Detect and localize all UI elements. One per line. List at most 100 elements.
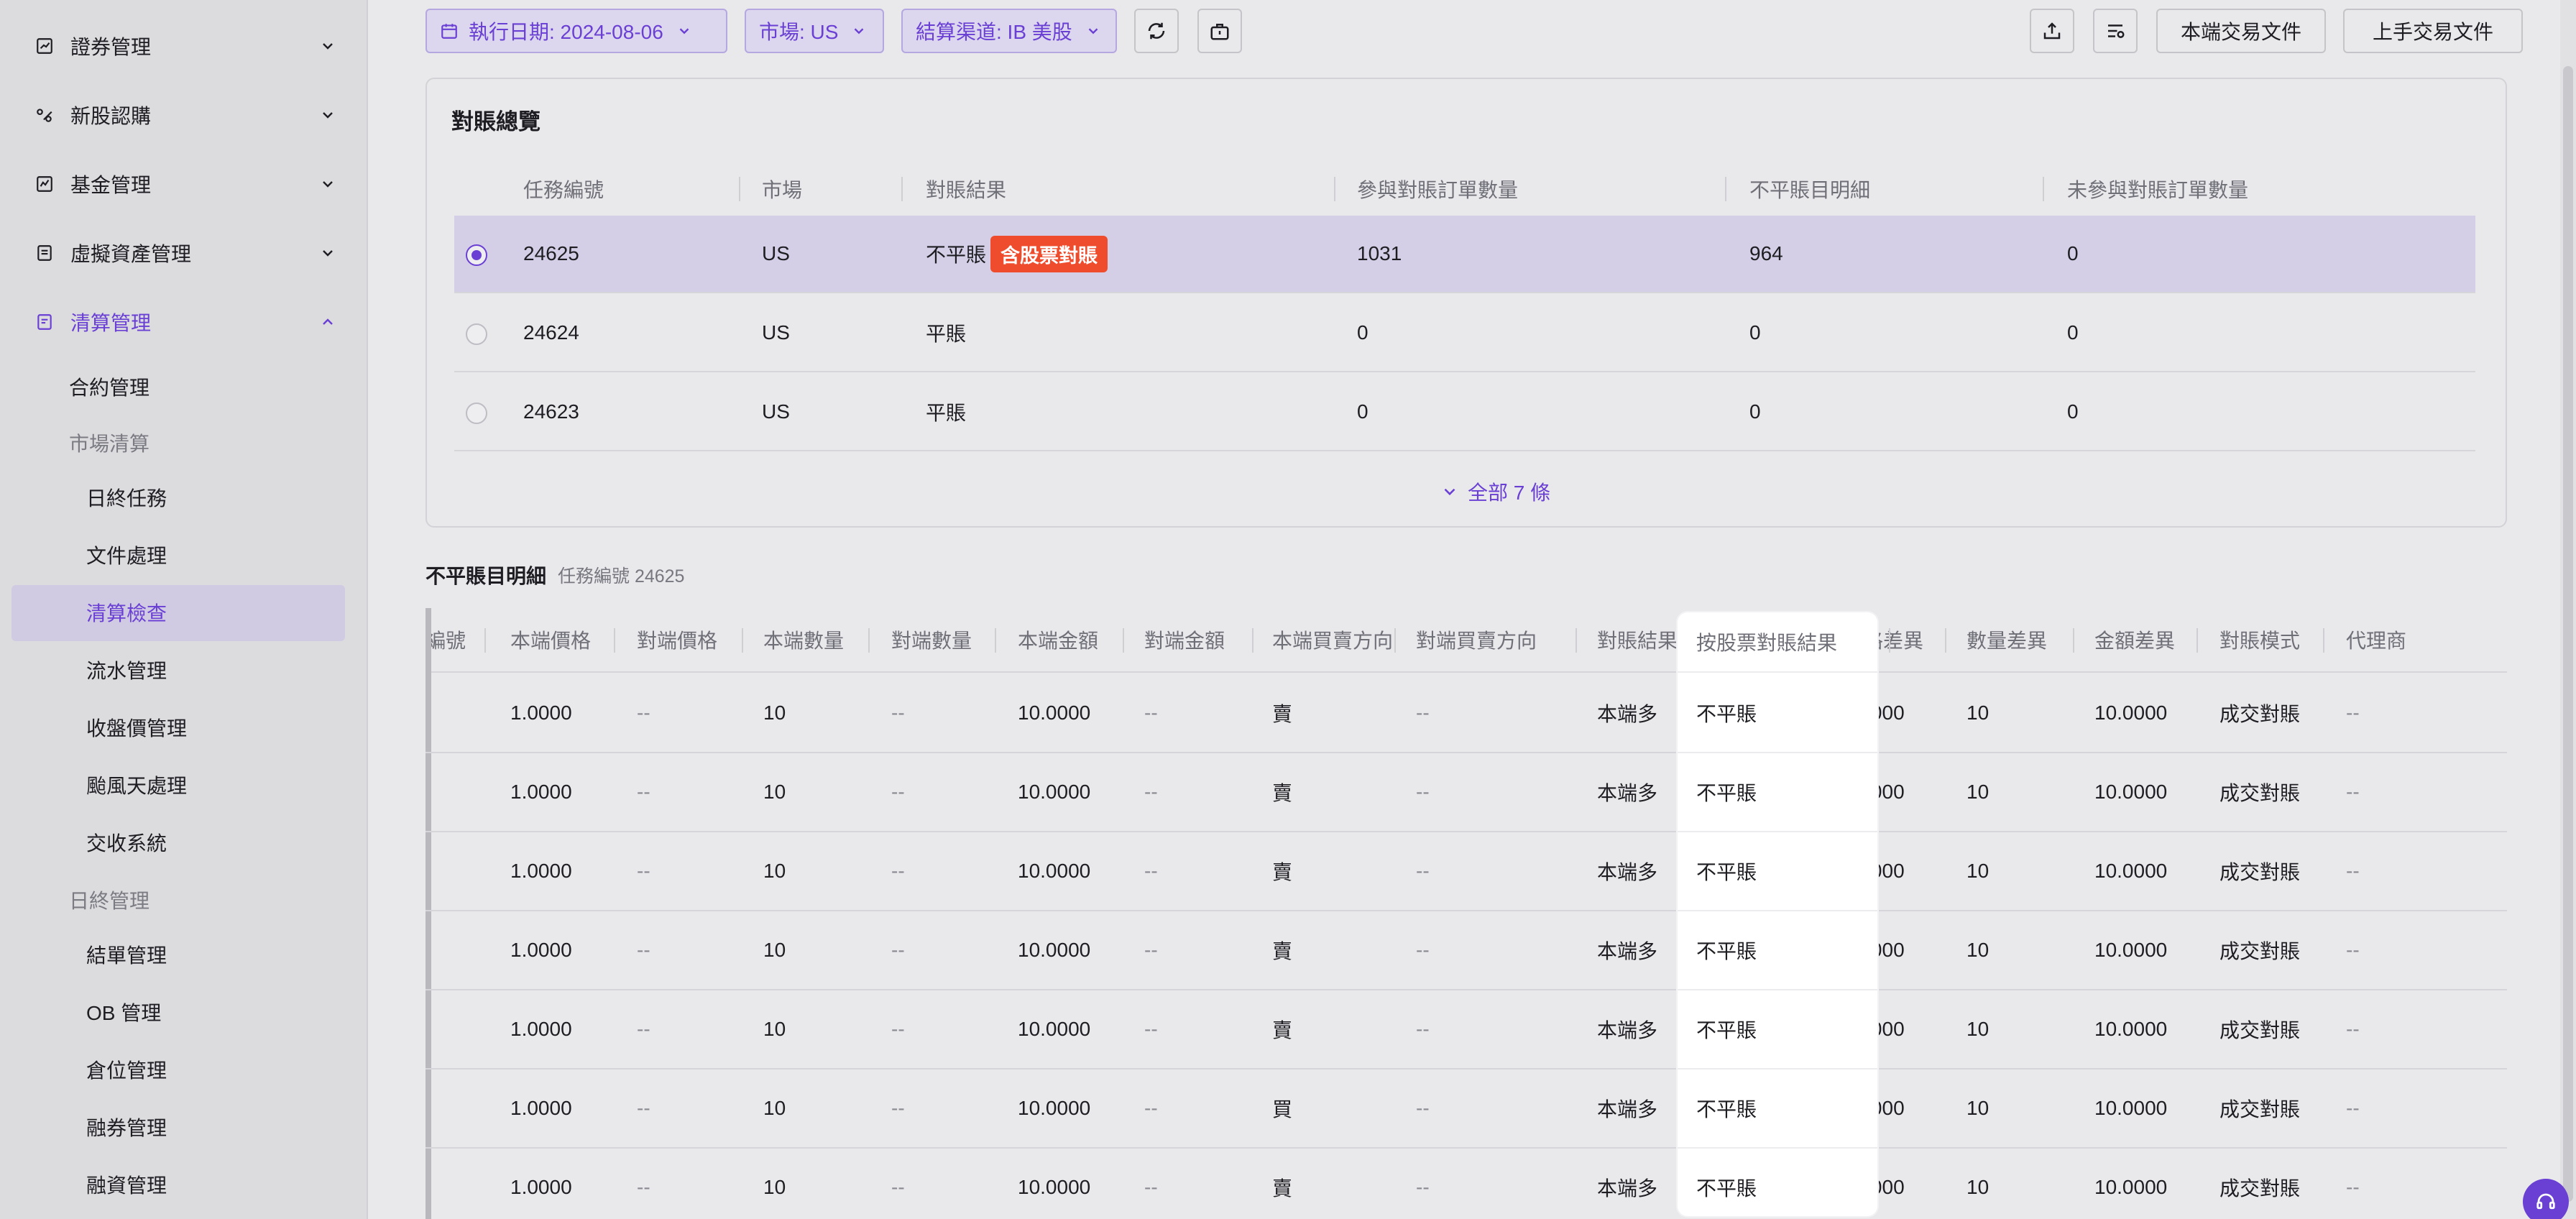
upstream-trade-file-button[interactable]: 上手交易文件: [2343, 9, 2523, 53]
stock-result-cell: 不平賬: [1678, 1070, 1877, 1149]
market: US: [762, 321, 790, 344]
table-row[interactable]: 1.0000--10--10.0000--買--本端多1.00001010.00…: [426, 1070, 2507, 1149]
sidebar-item-eod-tasks[interactable]: 日終任務: [86, 476, 167, 519]
column-settings-button[interactable]: [2093, 9, 2138, 53]
amount-diff-cell: 10.0000: [2094, 939, 2168, 961]
column-separator[interactable]: [1394, 628, 1396, 653]
result-cell: 本端多: [1597, 782, 1658, 804]
sidebar-item-file-processing[interactable]: 文件處理: [86, 533, 167, 576]
table-row[interactable]: 1.0000--10--10.0000--賣--本端多1.00001010.00…: [426, 753, 2507, 832]
overview-row[interactable]: 24623 US 平賬 0 0 0: [454, 374, 2475, 451]
sidebar-item-typhoon[interactable]: 颱風天處理: [86, 763, 187, 806]
order-count: 0: [1357, 321, 1368, 344]
table-row[interactable]: 1.0000--10--10.0000--賣--本端多1.00001010.00…: [426, 674, 2507, 753]
col-market: 市場: [762, 179, 803, 201]
col-stock-result-header: 按股票對賬結果: [1678, 612, 1877, 673]
col-order-count: 參與對賬訂單數量: [1357, 179, 1519, 201]
column-separator[interactable]: [868, 628, 870, 653]
sidebar-item-settlement-system[interactable]: 交收系統: [86, 821, 167, 864]
chevron-down-icon: [676, 23, 692, 39]
sidebar-item-securities-lending[interactable]: 融券管理: [86, 1105, 167, 1149]
sidebar-item-closing-price[interactable]: 收盤價管理: [86, 706, 187, 749]
col-agent: 代理商: [2346, 630, 2407, 652]
counter-amount-cell: --: [1144, 860, 1158, 882]
refresh-icon: [1148, 22, 1165, 40]
chevron-down-icon: [851, 23, 867, 39]
local-trade-file-button[interactable]: 本端交易文件: [2156, 9, 2326, 53]
counter-side-cell: --: [1416, 702, 1430, 724]
date-filter[interactable]: 執行日期: 2024-08-06: [426, 9, 727, 53]
sidebar-item-ob[interactable]: OB 管理: [86, 990, 161, 1034]
show-all-link[interactable]: 全部 7 條: [1440, 477, 1550, 506]
channel-filter[interactable]: 結算渠道: IB 美股: [901, 9, 1117, 53]
sidebar-item-contracts[interactable]: 合約管理: [69, 365, 150, 408]
counter-price-cell: --: [637, 781, 650, 803]
local-amount-cell: 10.0000: [1018, 939, 1091, 961]
column-separator[interactable]: [2196, 628, 2198, 653]
local-side-cell: 買: [1272, 1098, 1293, 1121]
counter-price-cell: --: [637, 1018, 650, 1040]
table-row[interactable]: 1.0000--10--10.0000--賣--本端多1.00001010.00…: [426, 1149, 2507, 1219]
sidebar-group-fund[interactable]: 基金管理: [34, 161, 336, 207]
sidebar-item-statements[interactable]: 結單管理: [86, 933, 167, 976]
sidebar-group-clearing[interactable]: 清算管理: [34, 299, 336, 345]
counter-price-cell: --: [637, 1097, 650, 1119]
column-separator[interactable]: [2323, 628, 2324, 653]
market-filter[interactable]: 市場: US: [745, 9, 884, 53]
sidebar-section-eod-management: 日終管理: [69, 890, 150, 912]
row-radio[interactable]: [466, 402, 487, 424]
row-radio[interactable]: [466, 323, 487, 345]
page-scrollbar[interactable]: [2560, 0, 2576, 1219]
toolbox-button[interactable]: [1197, 9, 1242, 53]
column-separator[interactable]: [484, 628, 486, 653]
sidebar-item-clearing-check[interactable]: 清算檢查: [86, 591, 167, 634]
qty-diff-cell: 10: [1966, 1097, 1990, 1119]
counter-amount-cell: --: [1144, 702, 1158, 724]
market: US: [762, 400, 790, 423]
chevron-up-icon: [323, 318, 333, 325]
overview-row[interactable]: 24624 US 平賬 0 0 0: [454, 295, 2475, 372]
sidebar-group-virtual-assets[interactable]: 虛擬資產管理: [34, 230, 336, 276]
row-radio[interactable]: [466, 244, 487, 266]
column-separator[interactable]: [1252, 628, 1254, 653]
help-button[interactable]: [2523, 1179, 2569, 1219]
stock-reconcile-tag: 含股票對賬: [990, 235, 1108, 272]
column-separator[interactable]: [995, 628, 996, 653]
sidebar-group-label: 證券管理: [70, 36, 152, 58]
table-row[interactable]: 1.0000--10--10.0000--賣--本端多1.00001010.00…: [426, 832, 2507, 911]
export-button[interactable]: [2030, 9, 2074, 53]
column-separator[interactable]: [614, 628, 615, 653]
col-counter-side: 對端買賣方向: [1416, 630, 1537, 652]
column-separator[interactable]: [1889, 628, 1890, 653]
unbalanced-count: 0: [1749, 400, 1761, 423]
scrollbar-thumb[interactable]: [2563, 66, 2573, 1202]
table-row[interactable]: 1.0000--10--10.0000--賣--本端多1.00001010.00…: [426, 990, 2507, 1070]
column-separator[interactable]: [1945, 628, 1946, 653]
sidebar-item-margin-financing[interactable]: 融資管理: [86, 1163, 167, 1206]
detail-table-header: 編號 本端價格 對端價格 本端數量 對端數量 本端金額 對端金額 本端買賣方向 對端買賣方向 對賬…: [426, 608, 2507, 673]
column-separator[interactable]: [1576, 628, 1577, 653]
sidebar-item-positions[interactable]: 倉位管理: [86, 1048, 167, 1091]
table-row[interactable]: 1.0000--10--10.0000--賣--本端多1.00001010.00…: [426, 911, 2507, 990]
col-local-amount: 本端金額: [1018, 630, 1099, 652]
sidebar-group-ipo[interactable]: 新股認購: [34, 92, 336, 138]
chevron-down-icon: [323, 181, 333, 188]
chevron-down-icon: [323, 250, 333, 257]
column-separator[interactable]: [1123, 628, 1124, 653]
overview-row[interactable]: 24625 US 不平賬 含股票對賬 1031 964 0: [454, 216, 2475, 293]
sidebar-group-securities[interactable]: 證券管理: [34, 23, 336, 69]
counter-price-cell: --: [637, 1176, 650, 1198]
calendar-icon: [440, 22, 459, 40]
counter-price-cell: --: [637, 702, 650, 724]
column-separator[interactable]: [742, 628, 743, 653]
col-excluded-count: 未參與對賬訂單數量: [2067, 179, 2249, 201]
column-separator[interactable]: [2073, 628, 2074, 653]
local-amount-cell: 10.0000: [1018, 781, 1091, 803]
amount-diff-cell: 10.0000: [2094, 860, 2168, 882]
chevron-down-icon: [1085, 23, 1101, 39]
counter-amount-cell: --: [1144, 1176, 1158, 1198]
sidebar-item-transactions[interactable]: 流水管理: [86, 648, 167, 691]
result-cell: 本端多: [1597, 703, 1658, 725]
counter-price-cell: --: [637, 860, 650, 882]
refresh-button[interactable]: [1134, 9, 1179, 53]
